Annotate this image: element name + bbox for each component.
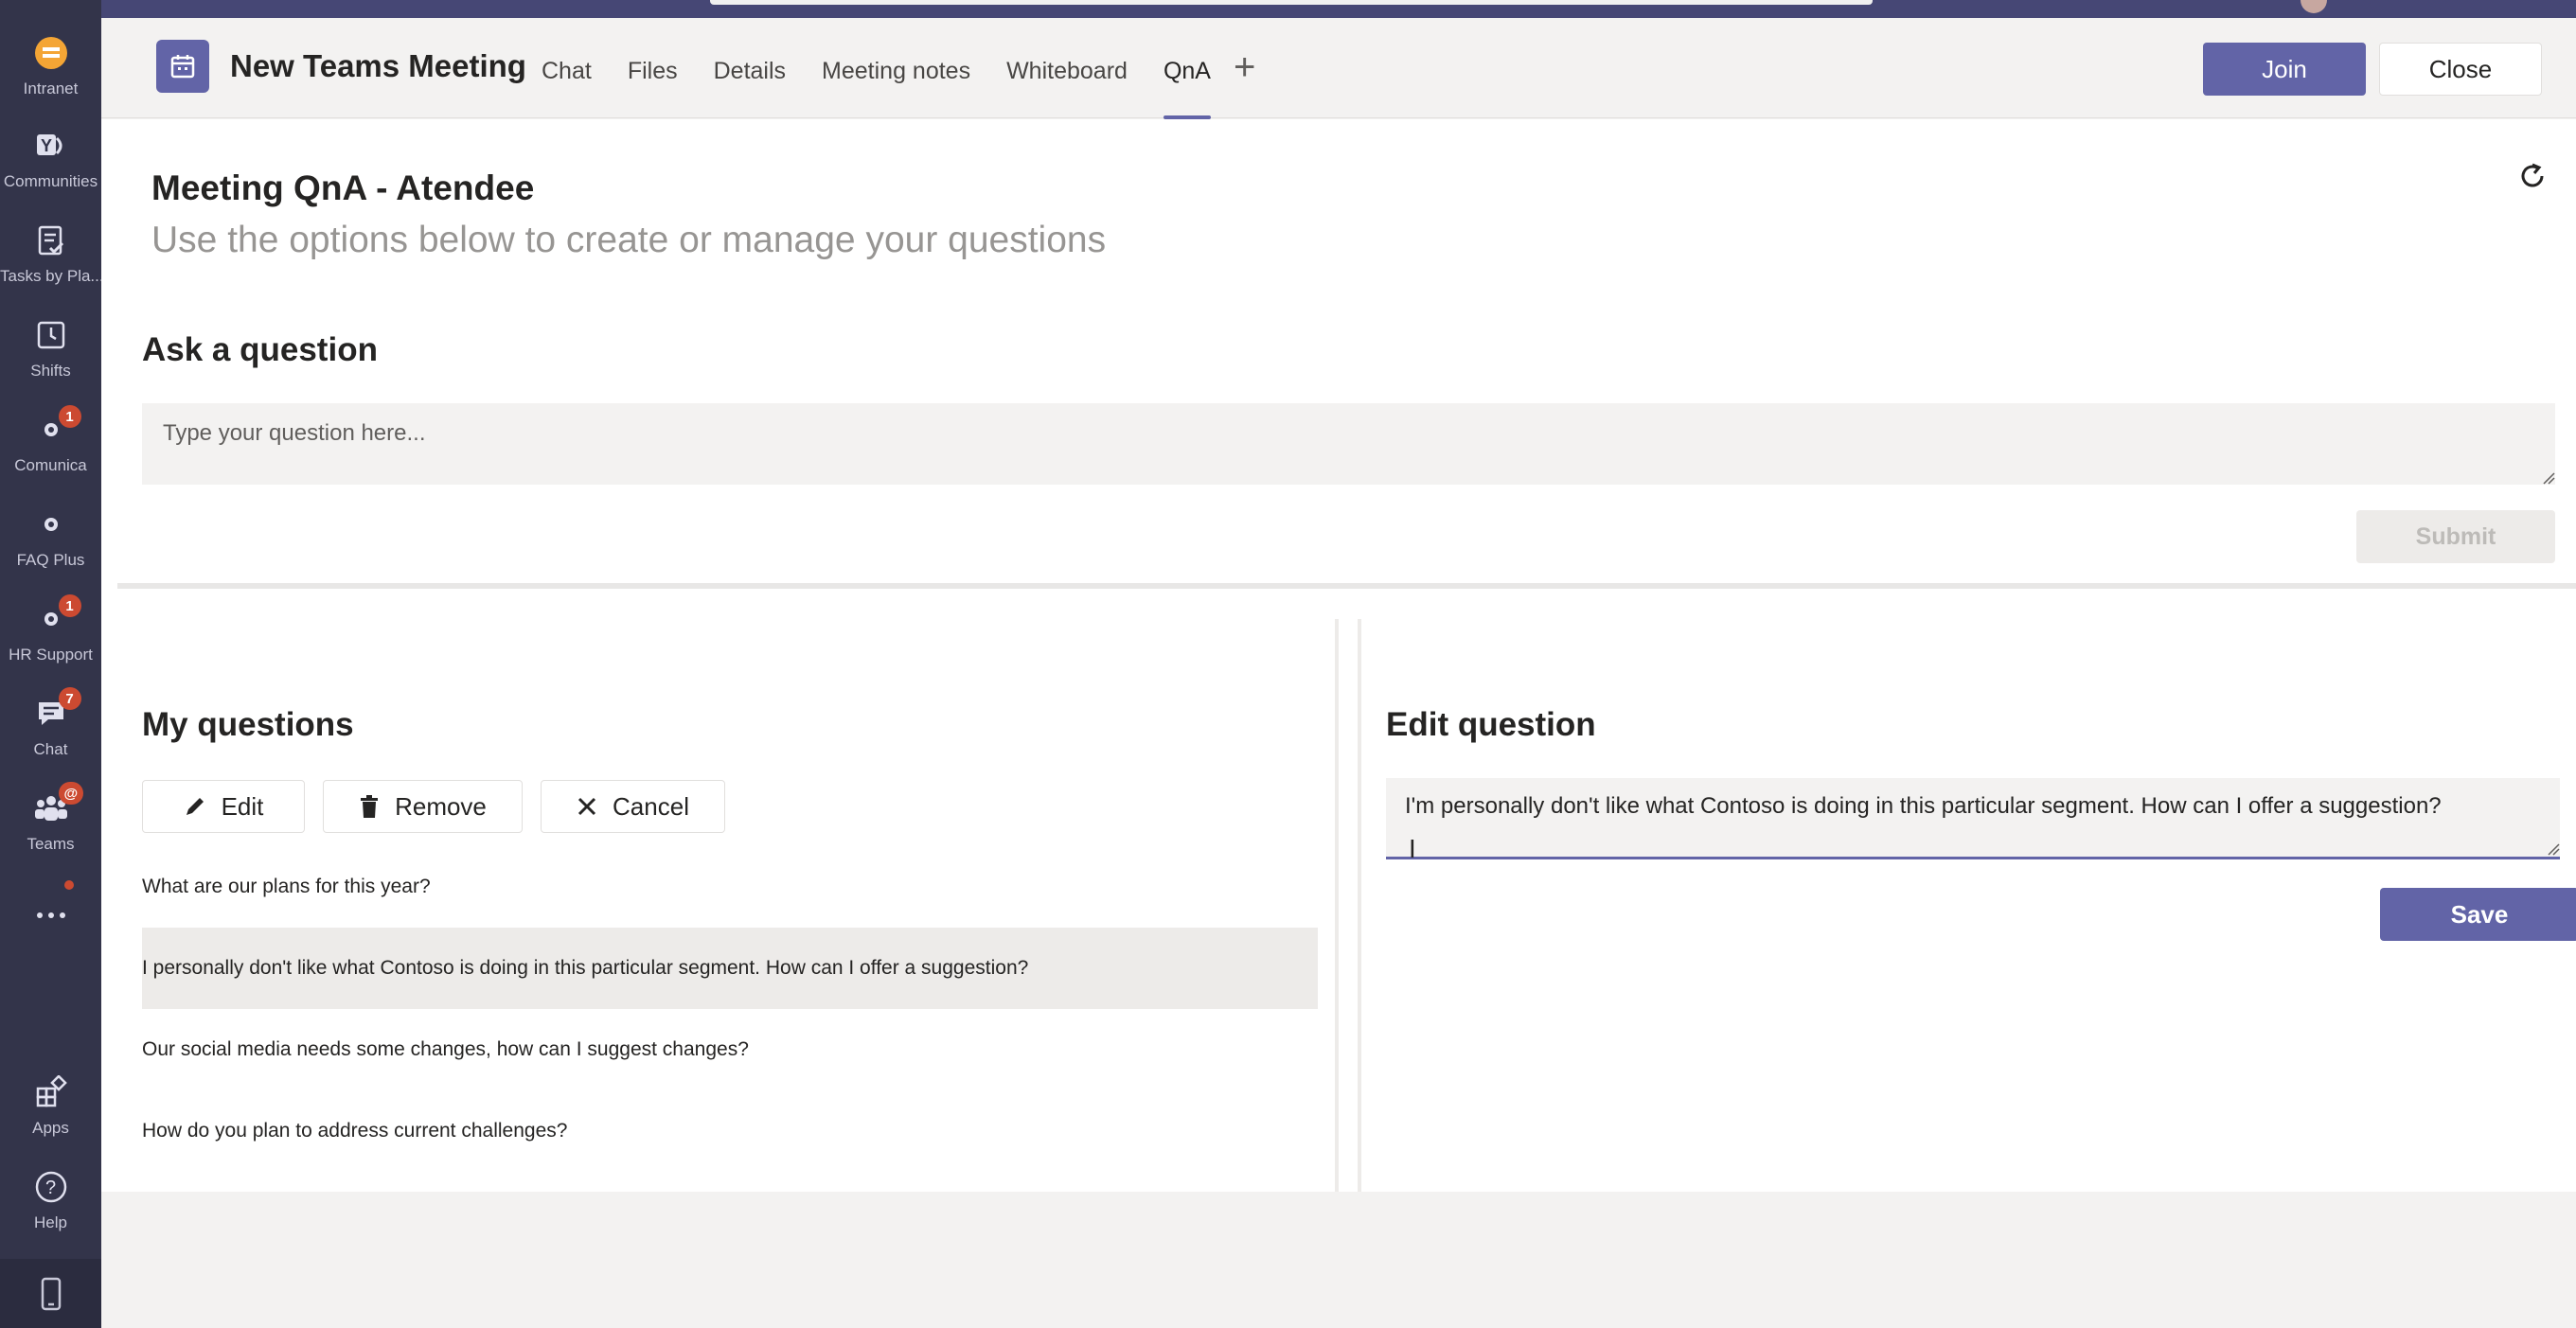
meeting-header: New Teams Meeting Chat Files Details Mee… bbox=[101, 18, 2576, 119]
edit-question-heading: Edit question bbox=[1386, 706, 1596, 743]
add-tab-plus-icon[interactable]: + bbox=[1234, 46, 1255, 89]
rail-item-chat[interactable]: 7 Chat bbox=[0, 687, 101, 778]
page-background bbox=[101, 1192, 2576, 1328]
question-item-selected[interactable]: I personally don't like what Contoso is … bbox=[142, 928, 1318, 1009]
apps-icon bbox=[30, 1071, 72, 1113]
svg-text:Y: Y bbox=[41, 136, 52, 155]
resize-grip-icon[interactable] bbox=[2542, 471, 2555, 485]
mobile-device-button[interactable] bbox=[0, 1259, 101, 1328]
tab-meeting-notes[interactable]: Meeting notes bbox=[822, 58, 970, 85]
pencil-icon bbox=[186, 798, 204, 815]
rail-item-more[interactable] bbox=[0, 894, 101, 942]
edit-question-input[interactable]: I'm personally don't like what Contoso i… bbox=[1386, 778, 2560, 859]
rail-item-apps[interactable]: Apps bbox=[0, 1071, 101, 1157]
refresh-icon[interactable] bbox=[2515, 159, 2549, 193]
notification-badge: 1 bbox=[58, 405, 81, 428]
notification-badge: 7 bbox=[58, 687, 81, 710]
calendar-icon bbox=[156, 40, 209, 93]
question-item[interactable]: Our social media needs some changes, how… bbox=[142, 1009, 1318, 1090]
rail-item-tasks[interactable]: Tasks by Pla... bbox=[0, 220, 101, 305]
meeting-title: New Teams Meeting bbox=[230, 48, 526, 83]
my-questions-heading: My questions bbox=[142, 706, 354, 743]
question-actions: Edit Remove Cancel bbox=[142, 780, 743, 833]
rail-item-help[interactable]: ? Help bbox=[0, 1166, 101, 1251]
qna-content: Meeting QnA - Atendee Use the options be… bbox=[101, 119, 2576, 1298]
edit-button[interactable]: Edit bbox=[142, 780, 305, 833]
rail-label: Chat bbox=[33, 740, 68, 758]
rail-item-communities[interactable]: Y Communities bbox=[0, 125, 101, 210]
edit-label: Edit bbox=[221, 791, 264, 821]
tab-qna[interactable]: QnA bbox=[1163, 58, 1211, 119]
save-button[interactable]: Save bbox=[2380, 888, 2576, 941]
shifts-clock-icon bbox=[30, 314, 72, 356]
rail-item-hr-support[interactable]: 1 HR Support bbox=[0, 594, 101, 683]
bot-icon: 1 bbox=[30, 594, 81, 640]
bot-icon bbox=[30, 504, 72, 545]
rail-label: FAQ Plus bbox=[16, 551, 85, 569]
rail-label: Help bbox=[34, 1213, 67, 1231]
mobile-phone-icon bbox=[41, 1277, 61, 1310]
rail-label: Teams bbox=[27, 835, 75, 853]
ask-question-heading: Ask a question bbox=[142, 331, 378, 368]
resize-grip-icon[interactable] bbox=[2547, 842, 2560, 856]
rail-label: Intranet bbox=[23, 80, 79, 97]
submit-button[interactable]: Submit bbox=[2356, 510, 2555, 563]
help-icon: ? bbox=[30, 1166, 72, 1208]
yammer-icon: Y bbox=[30, 125, 72, 167]
text-cursor-icon: I bbox=[1409, 836, 1416, 864]
svg-text:?: ? bbox=[45, 1177, 56, 1198]
remove-label: Remove bbox=[395, 791, 487, 821]
avatar[interactable] bbox=[2301, 0, 2327, 13]
tab-details[interactable]: Details bbox=[714, 58, 786, 85]
more-dots-icon bbox=[30, 894, 72, 936]
close-button[interactable]: Close bbox=[2379, 43, 2542, 96]
page-subtitle: Use the options below to create or manag… bbox=[151, 220, 1107, 260]
rail-item-intranet[interactable]: Intranet bbox=[0, 32, 101, 117]
page-title: Meeting QnA - Atendee bbox=[151, 168, 535, 207]
app-rail: Intranet Y Communities Tasks by Pla... S… bbox=[0, 0, 101, 1328]
tab-files[interactable]: Files bbox=[628, 58, 678, 85]
mention-badge: @ bbox=[58, 782, 84, 805]
join-button[interactable]: Join bbox=[2203, 43, 2366, 96]
chat-icon: 7 bbox=[30, 687, 81, 735]
rail-item-comunica[interactable]: 1 Comunica bbox=[0, 405, 101, 494]
bot-icon: 1 bbox=[30, 405, 81, 451]
rail-label: Apps bbox=[32, 1119, 69, 1137]
remove-button[interactable]: Remove bbox=[323, 780, 523, 833]
question-item[interactable]: What are our plans for this year? bbox=[142, 846, 1318, 928]
section-divider bbox=[117, 583, 2576, 589]
rail-label: Communities bbox=[3, 172, 98, 190]
tab-bar: Chat Files Details Meeting notes Whitebo… bbox=[542, 58, 1247, 119]
tab-whiteboard[interactable]: Whiteboard bbox=[1006, 58, 1128, 85]
rail-label: Comunica bbox=[14, 456, 87, 474]
cancel-label: Cancel bbox=[613, 791, 689, 821]
title-bar bbox=[0, 0, 2576, 18]
tab-chat[interactable]: Chat bbox=[542, 58, 592, 85]
tasks-icon bbox=[30, 220, 72, 261]
cancel-button[interactable]: Cancel bbox=[541, 780, 725, 833]
my-questions-list: What are our plans for this year? I pers… bbox=[142, 846, 1318, 1172]
teams-icon: @ bbox=[30, 782, 84, 829]
trash-icon bbox=[361, 795, 379, 818]
rail-item-shifts[interactable]: Shifts bbox=[0, 314, 101, 399]
search-bar[interactable] bbox=[710, 0, 1873, 5]
question-item[interactable]: How do you plan to address current chall… bbox=[142, 1090, 1318, 1172]
question-input[interactable] bbox=[142, 403, 2555, 485]
more-notification-dot bbox=[64, 880, 74, 890]
rail-label: Tasks by Pla... bbox=[0, 267, 101, 285]
close-x-icon bbox=[577, 797, 596, 816]
rail-item-faq-plus[interactable]: FAQ Plus bbox=[0, 504, 101, 589]
intranet-icon bbox=[30, 32, 72, 74]
rail-label: HR Support bbox=[9, 646, 93, 664]
rail-item-teams[interactable]: @ Teams bbox=[0, 782, 101, 873]
notification-badge: 1 bbox=[58, 594, 81, 617]
rail-label: Shifts bbox=[30, 362, 71, 380]
